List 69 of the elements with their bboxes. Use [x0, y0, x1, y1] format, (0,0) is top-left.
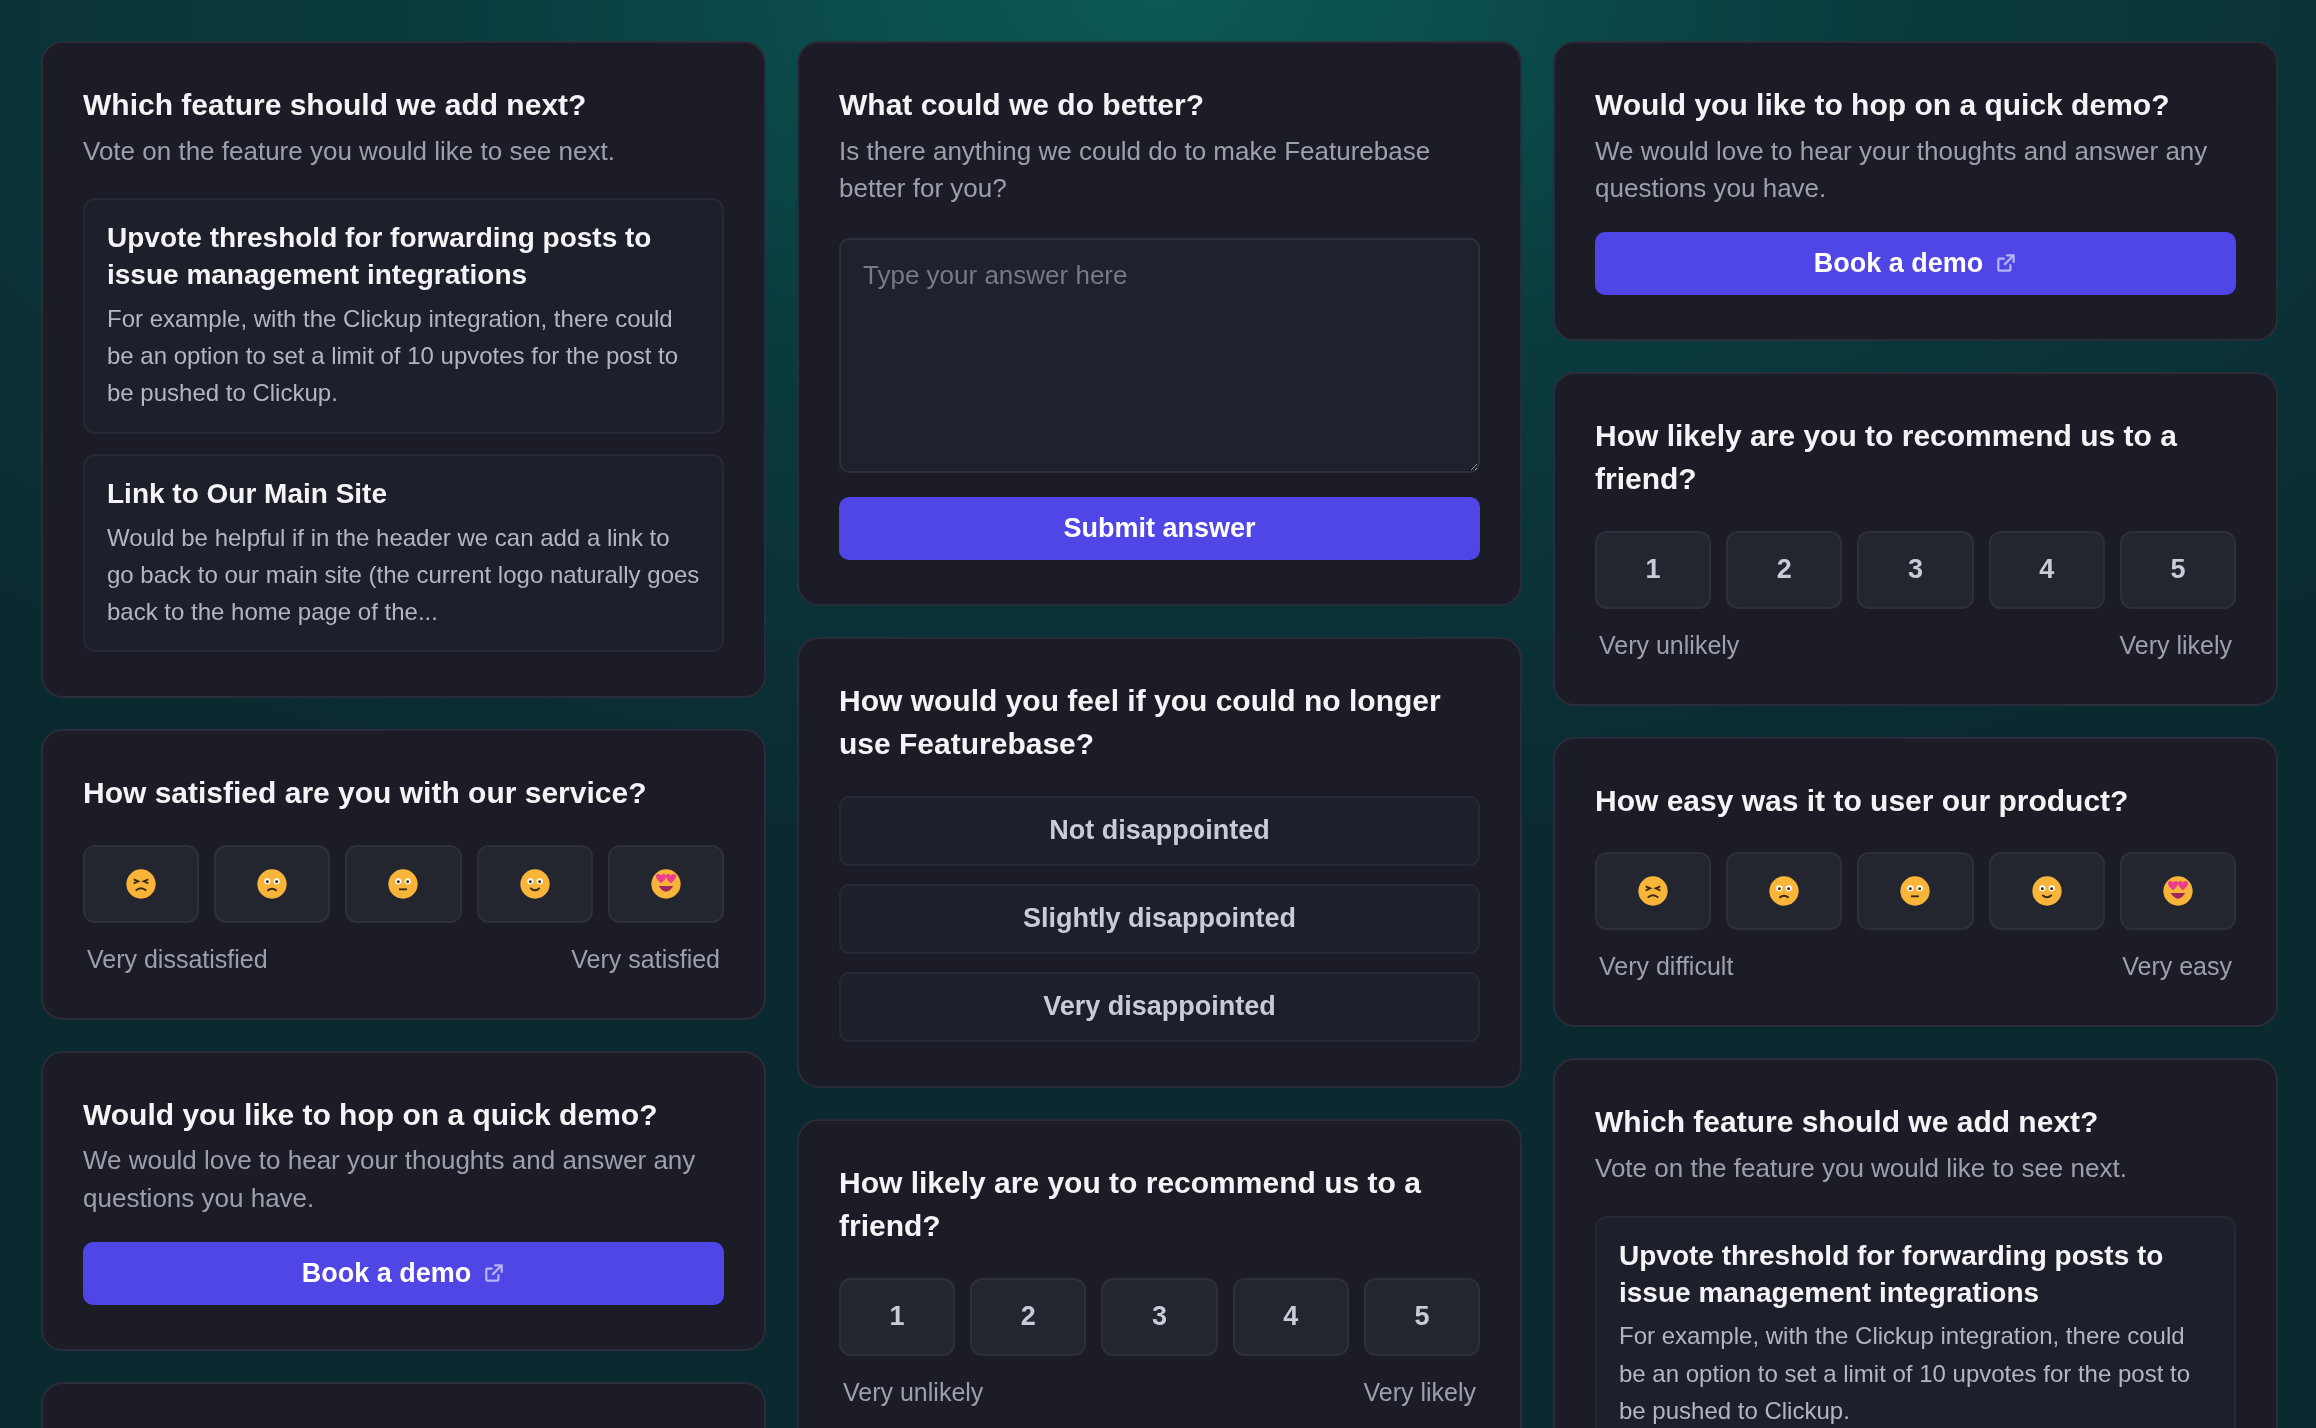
card-title: How easy was it to user our product? [1595, 782, 2130, 819]
answer-option[interactable]: Not disappointed [839, 795, 1480, 866]
emoji-face-icon [1899, 875, 1932, 908]
card-subtitle: We would love to hear your thoughts and answer any questions you have. [83, 1144, 697, 1215]
feature-title: Upvote threshold for forwarding posts to issue management integrations [1619, 1238, 2165, 1310]
rating-button[interactable]: 3 [1101, 1277, 1218, 1356]
card-title: How likely are you to recommend us to a friend? [839, 1164, 1422, 1245]
card-subtitle: We would love to hear your thoughts and answer any questions you have. [1595, 134, 2209, 206]
emoji-face-icon [256, 867, 289, 900]
card-title: Would you like to hop on a quick demo? [1595, 87, 2171, 123]
book-demo-button[interactable]: Book a demo [83, 1241, 724, 1305]
scale-high-label: Very easy [2122, 952, 2232, 982]
scale-low-label: Very difficult [1599, 952, 1734, 982]
card-subtitle: Is there anything we could do to make Featurebase better for you? [839, 134, 1432, 206]
emoji-rating-button[interactable] [1857, 852, 1974, 931]
emoji-rating-button[interactable] [2119, 852, 2236, 931]
emoji-face-icon [1637, 875, 1670, 908]
answer-field[interactable]: Type your answer here [839, 237, 1480, 473]
card-subtitle: Vote on the feature you would like to see next. [83, 134, 616, 168]
scale-low-label: Very unlikely [1599, 630, 1740, 660]
scale-high-label: Very satisfied [571, 944, 720, 974]
card-title: Which feature should we add next? [1595, 1104, 2100, 1141]
emoji-rating-button[interactable] [476, 844, 593, 923]
emoji-rating-button[interactable] [214, 844, 331, 923]
rating-button[interactable]: 2 [1726, 530, 1843, 609]
card-title: Would you like to hop on a quick demo? [83, 1096, 659, 1133]
emoji-rating-button[interactable] [345, 844, 462, 923]
card-title: How satisfied are you with our service? [83, 775, 648, 812]
rating-button[interactable]: 2 [970, 1277, 1087, 1356]
card-title: How likely are you to recommend us to a friend? [1595, 417, 2178, 498]
rating-button[interactable]: 1 [839, 1277, 956, 1356]
rating-button[interactable]: 5 [1363, 1277, 1480, 1356]
emoji-face-icon [2161, 875, 2194, 908]
feature-description: For example, with the Clickup integration, there could be an option to set a limit of 10 upvotes for the post to be pushed to Clickup. [1619, 1321, 2192, 1426]
external-link-icon [1995, 252, 2018, 275]
emoji-face-icon [387, 867, 420, 900]
rating-button[interactable]: 4 [1232, 1277, 1349, 1356]
feature-title: Upvote threshold for forwarding posts to issue management integrations [107, 221, 653, 293]
scale-low-label: Very dissatisfied [87, 944, 268, 974]
submit-button[interactable]: Submit answer [839, 496, 1480, 560]
rating-button[interactable]: 1 [1595, 530, 1712, 609]
feature-description: For example, with the Clickup integration, there could be an option to set a limit of 10 upvotes for the post to be pushed to Clickup. [107, 304, 680, 409]
emoji-face-icon [2030, 875, 2063, 908]
emoji-face-icon [1768, 875, 1801, 908]
emoji-rating-button[interactable] [607, 844, 724, 923]
emoji-face-icon [518, 867, 551, 900]
feature-card[interactable]: Link to Our Main Site Would be helpful if in the header we can add a link to go back to our main site (the current logo naturally goes back to the home page of the... [83, 453, 724, 653]
rating-button[interactable]: 4 [1988, 530, 2105, 609]
card-subtitle: Vote on the feature you would like to see next. [1595, 1151, 2128, 1185]
emoji-rating-button[interactable] [1726, 852, 1843, 931]
feature-description: Would be helpful if in the header we can add a link to go back to our main site (the current logo naturally goes back to the home page of the... [107, 522, 700, 627]
card-title: Which feature should we add next? [83, 87, 588, 123]
rating-button[interactable]: 3 [1857, 530, 1974, 609]
feature-title: Link to Our Main Site [107, 476, 388, 511]
scale-low-label: Very unlikely [843, 1377, 984, 1407]
emoji-face-icon [125, 867, 158, 900]
external-link-icon [483, 1262, 506, 1285]
emoji-face-icon [649, 867, 682, 900]
scale-high-label: Very likely [1363, 1377, 1476, 1407]
answer-option[interactable]: Slightly disappointed [839, 883, 1480, 954]
scale-high-label: Very likely [2119, 630, 2232, 660]
book-demo-button[interactable]: Book a demo [1595, 231, 2236, 295]
rating-button[interactable]: 5 [2119, 530, 2236, 609]
card-title: How would you feel if you could no longer use Featurebase? [839, 682, 1442, 763]
answer-option[interactable]: Very disappointed [839, 971, 1480, 1042]
emoji-rating-button[interactable] [1988, 852, 2105, 931]
emoji-rating-button[interactable] [1595, 852, 1712, 931]
emoji-rating-button[interactable] [83, 844, 200, 923]
card-title: What could we do better? [839, 87, 1205, 123]
